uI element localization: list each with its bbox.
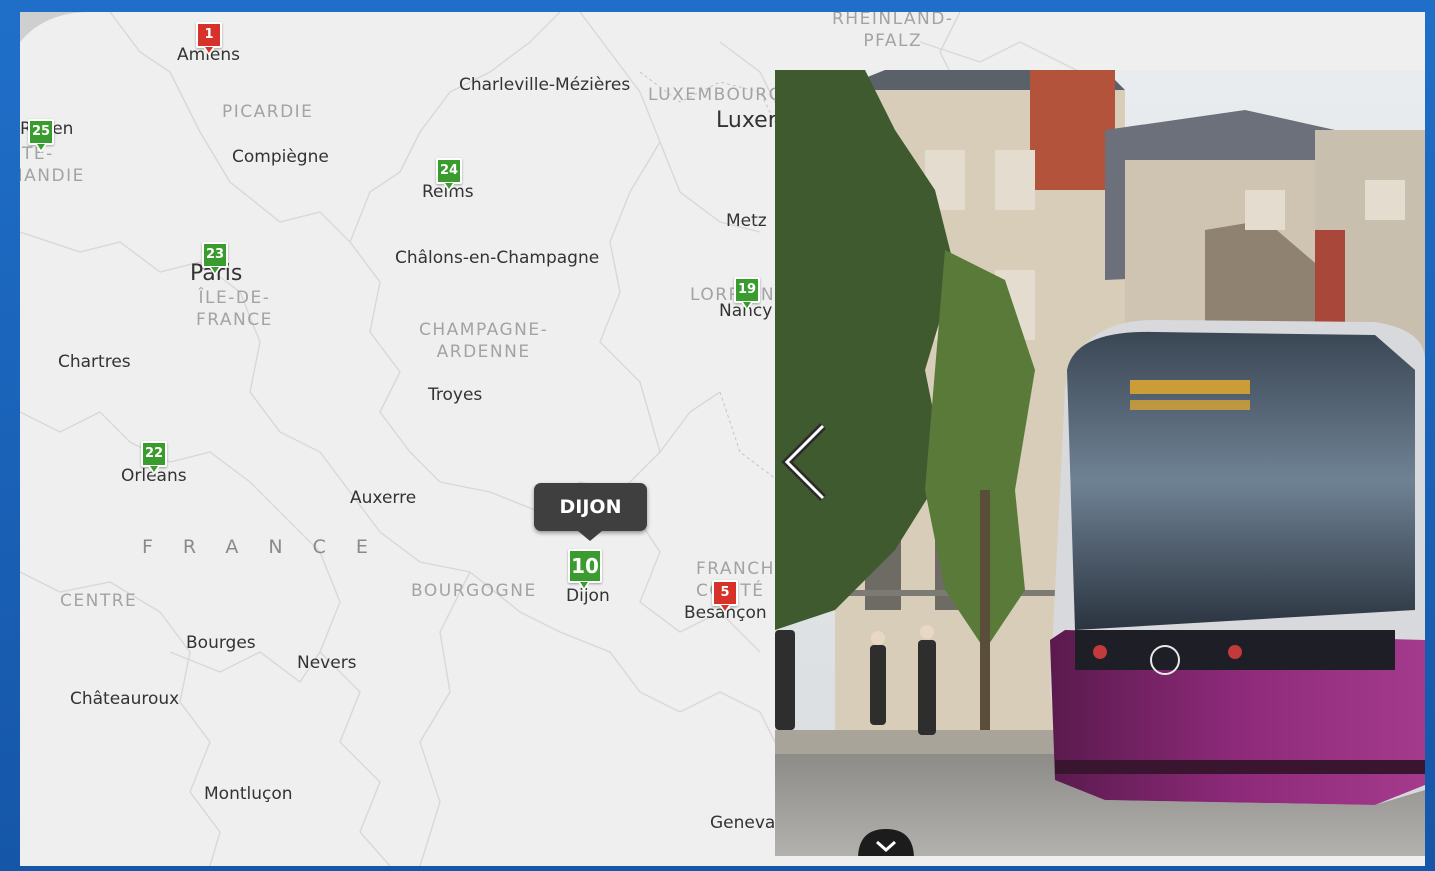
city-montlucon: Montluçon xyxy=(204,784,293,804)
marker-23[interactable]: 23 xyxy=(202,242,228,276)
region-luxembourg: LUXEMBOURG xyxy=(648,85,784,105)
city-chalons: Châlons-en-Champagne xyxy=(395,248,600,268)
marker-10[interactable]: 10 xyxy=(568,549,602,591)
city-nevers: Nevers xyxy=(297,653,357,673)
marker-5[interactable]: 5 xyxy=(712,580,738,614)
marker-1[interactable]: 1 xyxy=(196,22,222,56)
tram-photo xyxy=(775,70,1425,856)
city-compiegne: Compiègne xyxy=(232,147,329,167)
city-bourges: Bourges xyxy=(186,633,256,653)
region-bourgogne: BOURGOGNE xyxy=(411,581,537,601)
photo-panel xyxy=(775,70,1425,856)
city-troyes: Troyes xyxy=(428,385,483,405)
city-auxerre: Auxerre xyxy=(350,488,417,508)
marker-24[interactable]: 24 xyxy=(436,158,462,192)
region-ile-de-france: ÎLE-DE- FRANCE xyxy=(196,288,273,331)
chevron-left-icon[interactable] xyxy=(781,422,829,502)
city-charleville: Charleville-Mézières xyxy=(459,75,631,95)
city-chateauroux: Châteauroux xyxy=(70,689,180,709)
chevron-down-icon[interactable] xyxy=(858,829,914,856)
region-champagne: CHAMPAGNE- ARDENNE xyxy=(419,320,549,363)
app-frame: RHEINLAND-PFALZ Amiens PICARDIE Rouen UT… xyxy=(0,0,1435,871)
region-normandie: UTE-MANDIE xyxy=(20,144,85,187)
city-geneva: Geneva xyxy=(710,813,776,833)
marker-22[interactable]: 22 xyxy=(141,441,167,475)
marker-tooltip: DIJON xyxy=(534,483,647,541)
city-metz: Metz xyxy=(726,211,767,231)
region-centre: CENTRE xyxy=(60,591,138,611)
region-rheinland: RHEINLAND- PFALZ xyxy=(832,12,954,52)
region-picardie: PICARDIE xyxy=(222,102,314,122)
marker-19[interactable]: 19 xyxy=(734,277,760,311)
city-chartres: Chartres xyxy=(58,352,131,372)
country-label: FRANCE xyxy=(142,536,398,558)
marker-25[interactable]: 25 xyxy=(28,119,54,153)
